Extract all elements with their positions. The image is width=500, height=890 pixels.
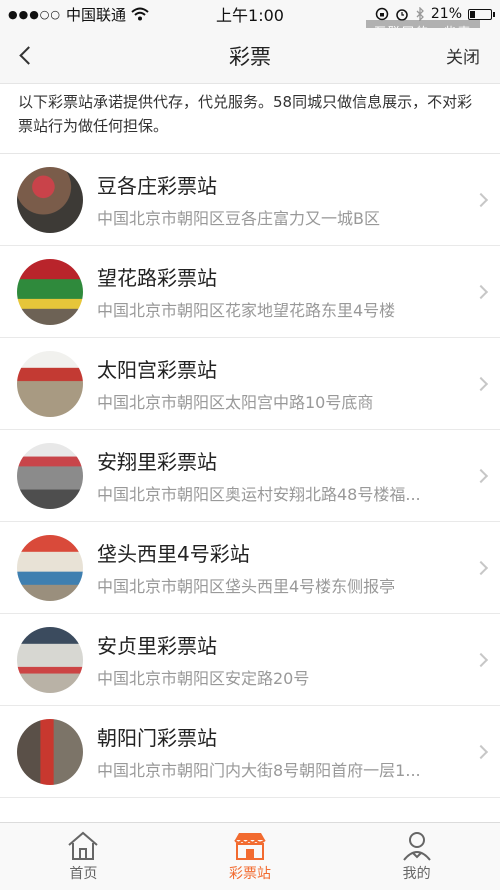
station-photo — [17, 258, 83, 325]
station-address: 中国北京市朝阳门内大街8号朝阳首府一层1... — [97, 761, 421, 780]
bluetooth-icon — [416, 7, 424, 21]
user-icon — [402, 831, 431, 861]
back-button[interactable] — [0, 28, 50, 84]
chevron-right-icon — [473, 652, 489, 667]
station-name: 太阳宫彩票站 — [97, 358, 217, 382]
tab-bar: 首页 彩票站 我的 — [0, 822, 500, 890]
list-item[interactable]: 望花路彩票站 中国北京市朝阳区花家地望花路东里4号楼 — [0, 246, 500, 338]
station-address: 中国北京市朝阳区太阳宫中路10号底商 — [97, 393, 374, 412]
station-name: 朝阳门彩票站 — [97, 726, 217, 750]
battery-level — [470, 10, 475, 18]
list-item[interactable]: 太阳宫彩票站 中国北京市朝阳区太阳宫中路10号底商 — [0, 338, 500, 430]
station-name: 安翔里彩票站 — [97, 450, 217, 474]
chevron-right-icon — [473, 744, 489, 759]
station-text: 太阳宫彩票站 中国北京市朝阳区太阳宫中路10号底商 — [97, 354, 466, 413]
carrier-name: 中国联通 — [66, 5, 127, 24]
signal-strength-icon: ●●●○○ — [8, 7, 61, 21]
list-item[interactable]: 垡头西里4号彩站 中国北京市朝阳区垡头西里4号楼东侧报亭 — [0, 522, 500, 614]
station-address: 中国北京市朝阳区花家地望花路东里4号楼 — [97, 301, 396, 320]
station-text: 豆各庄彩票站 中国北京市朝阳区豆各庄富力又一城B区 — [97, 170, 466, 229]
station-text: 朝阳门彩票站 中国北京市朝阳门内大街8号朝阳首府一层1... — [97, 722, 466, 781]
tab-lottery-station-label: 彩票站 — [229, 865, 271, 882]
chevron-right-icon — [473, 192, 489, 207]
tab-lottery-station[interactable]: 彩票站 — [167, 823, 334, 890]
station-photo — [17, 718, 83, 785]
home-icon — [68, 831, 98, 860]
chevron-right-icon — [473, 468, 489, 483]
station-photo — [17, 626, 83, 693]
store-icon — [234, 832, 266, 860]
tab-mine[interactable]: 我的 — [333, 823, 500, 890]
station-text: 安翔里彩票站 中国北京市朝阳区奥运村安翔北路48号楼福... — [97, 446, 466, 505]
station-photo — [17, 350, 83, 417]
tab-mine-label: 我的 — [402, 865, 431, 882]
list-item[interactable]: 安贞里彩票站 中国北京市朝阳区安定路20号 — [0, 614, 500, 706]
station-text: 安贞里彩票站 中国北京市朝阳区安定路20号 — [97, 630, 466, 689]
chevron-left-icon — [18, 46, 38, 65]
list-item[interactable]: 豆各庄彩票站 中国北京市朝阳区豆各庄富力又一城B区 — [0, 154, 500, 246]
disclaimer-notice: 以下彩票站承诺提供代存，代兑服务。58同城只做信息展示，不对彩票站行为做任何担保… — [0, 84, 500, 154]
station-text: 望花路彩票站 中国北京市朝阳区花家地望花路东里4号楼 — [97, 262, 466, 321]
station-name: 垡头西里4号彩站 — [97, 542, 250, 566]
rotation-lock-icon — [375, 7, 389, 21]
chevron-right-icon — [473, 560, 489, 575]
station-photo — [17, 442, 83, 509]
page-title: 彩票 — [229, 44, 271, 69]
station-text: 垡头西里4号彩站 中国北京市朝阳区垡头西里4号楼东侧报亭 — [97, 538, 466, 597]
station-address: 中国北京市朝阳区奥运村安翔北路48号楼福... — [97, 485, 421, 504]
station-list: 豆各庄彩票站 中国北京市朝阳区豆各庄富力又一城B区 望花路彩票站 中国北京市朝阳… — [0, 154, 500, 798]
nav-bar: 彩票 关闭 — [0, 28, 500, 84]
alarm-icon — [396, 9, 408, 21]
station-photo — [17, 534, 83, 601]
station-name: 望花路彩票站 — [97, 266, 217, 290]
battery-icon — [468, 8, 495, 20]
list-item[interactable]: 安翔里彩票站 中国北京市朝阳区奥运村安翔北路48号楼福... — [0, 430, 500, 522]
station-name: 安贞里彩票站 — [97, 634, 217, 658]
chevron-right-icon — [473, 376, 489, 391]
station-address: 中国北京市朝阳区垡头西里4号楼东侧报亭 — [97, 577, 396, 596]
chevron-right-icon — [473, 284, 489, 299]
station-photo — [17, 166, 83, 233]
wifi-icon — [131, 7, 149, 21]
tab-home-label: 首页 — [69, 865, 98, 882]
close-button[interactable]: 关闭 — [446, 43, 480, 68]
list-item[interactable]: 朝阳门彩票站 中国北京市朝阳门内大街8号朝阳首府一层1... — [0, 706, 500, 798]
station-address: 中国北京市朝阳区豆各庄富力又一城B区 — [97, 209, 380, 228]
station-address: 中国北京市朝阳区安定路20号 — [97, 669, 310, 688]
status-left: ●●●○○ 中国联通 — [8, 4, 149, 25]
station-name: 豆各庄彩票站 — [97, 174, 217, 198]
tab-home[interactable]: 首页 — [0, 823, 167, 890]
